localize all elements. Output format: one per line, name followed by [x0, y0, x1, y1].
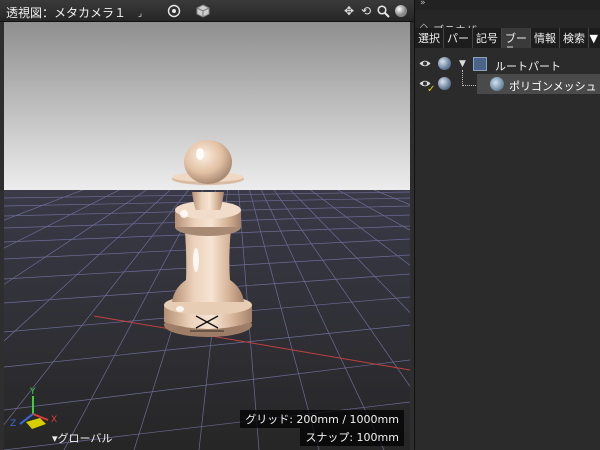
part-folder-icon [473, 57, 487, 71]
tree-item-label: ポリゴンメッシュ [509, 80, 597, 93]
tab-info[interactable]: 情報 [531, 28, 560, 48]
eye-icon[interactable] [419, 59, 431, 68]
check-icon: ✓ [427, 84, 436, 95]
tree-item-root-part[interactable]: ▼ ルートパート [415, 54, 600, 74]
grid-info-label: グリッド: 200mm / 1000mm [240, 410, 404, 428]
browser-tabs: 選択 パー 記号 ブー 情報 検索 [415, 28, 600, 48]
active-tab-indicator [507, 46, 513, 48]
render-toggle-icon[interactable] [438, 57, 451, 70]
render-toggle-icon[interactable] [438, 77, 451, 90]
browser-header: ◇ ブラウザ [415, 10, 600, 37]
tab-symbols[interactable]: 記号 [473, 28, 502, 48]
tab-menu-icon[interactable]: ▼ [590, 28, 598, 48]
axis-label-y: Y [29, 387, 36, 397]
viewport-panel[interactable]: 透視図：メタカメラ１ ⌟ ✥ ⟲ Y X Z グリッド: 200mm / 100… [0, 0, 414, 450]
sphere-icon[interactable] [393, 3, 409, 19]
tab-parts[interactable]: パー [444, 28, 473, 48]
axis-label-z: Z [10, 419, 16, 429]
axis-label-x: X [51, 415, 57, 425]
cube-icon[interactable] [195, 3, 211, 19]
tree-item-polygon-mesh[interactable]: ✓ ポリゴンメッシュ [415, 74, 600, 95]
zoom-icon[interactable] [375, 3, 391, 19]
browser-panel: » ◇ ブラウザ 選択 パー 記号 ブー 情報 検索 ▼ ▼ ルートパート ✓ … [414, 0, 600, 450]
tree-connector-line [462, 70, 476, 86]
expand-caret-icon[interactable]: ▼ [459, 59, 466, 69]
move-icon[interactable]: ✥ [341, 3, 357, 19]
tab-search[interactable]: 検索 [560, 28, 589, 48]
dropdown-corner-icon[interactable]: ⌟ [132, 6, 148, 22]
polygon-mesh-icon [490, 77, 504, 91]
target-icon[interactable] [166, 3, 182, 19]
tab-select[interactable]: 選択 [415, 28, 444, 48]
rotate-icon[interactable]: ⟲ [358, 3, 374, 19]
collapse-icon[interactable]: » [420, 0, 426, 8]
browser-collapse-bar[interactable]: » [415, 0, 600, 10]
viewport-titlebar: 透視図：メタカメラ１ ⌟ ✥ ⟲ [0, 0, 414, 22]
snap-info-label: スナップ: 100mm [300, 428, 404, 446]
3d-scene[interactable]: Y X Z [4, 22, 410, 450]
viewport-title[interactable]: 透視図：メタカメラ１ [6, 4, 126, 21]
tree-item-label: ルートパート [495, 60, 561, 73]
coordinate-mode-dropdown[interactable]: ▾グローバル [52, 430, 112, 446]
tab-browser[interactable]: ブー [502, 28, 531, 48]
